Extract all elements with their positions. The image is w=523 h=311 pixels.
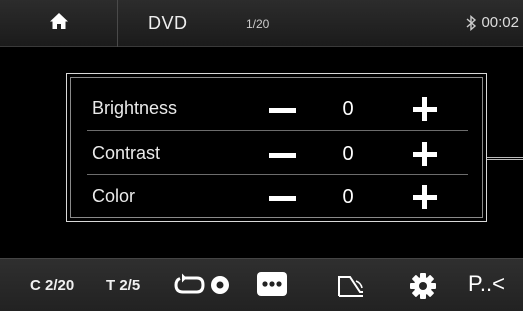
color-label: Color [92, 186, 136, 206]
gear-icon [408, 271, 438, 301]
clock: 00:02 [481, 14, 519, 31]
minus-icon [268, 195, 296, 201]
color-row: Color 0 [71, 174, 482, 217]
contrast-label: Contrast [92, 143, 161, 163]
video-settings-panel: Brightness 0 Contrast 0 Color 0 [66, 73, 487, 222]
color-increase-button[interactable] [408, 180, 442, 214]
brightness-decrease-button[interactable] [265, 100, 299, 120]
brightness-label: Brightness [92, 98, 178, 118]
track-count: 1/20 [246, 17, 270, 31]
brightness-row: Brightness 0 [71, 86, 482, 129]
rotate-icon [336, 271, 366, 299]
home-button[interactable] [0, 0, 118, 47]
contrast-row: Contrast 0 [71, 131, 482, 174]
color-value: 0 [342, 186, 354, 208]
rotate-button[interactable] [336, 271, 366, 301]
color-decrease-button[interactable] [265, 188, 299, 208]
chapter-indicator: C 2/20 [30, 277, 75, 294]
brightness-increase-button[interactable] [408, 92, 442, 126]
more-button[interactable]: P..< [468, 271, 505, 297]
title-indicator: T 2/5 [106, 277, 141, 294]
contrast-decrease-button[interactable] [265, 145, 299, 165]
menu-dots-icon [257, 272, 287, 296]
repeat-icon [172, 272, 234, 298]
video-settings-inner: Brightness 0 Contrast 0 Color 0 [70, 77, 483, 218]
top-bar: DVD 1/20 00:02 [0, 0, 523, 47]
source-label: DVD [148, 13, 188, 33]
menu-button[interactable] [257, 272, 287, 302]
settings-button[interactable] [408, 271, 438, 301]
bottom-bar: C 2/20 T 2/5 P..< [0, 258, 523, 311]
repeat-button[interactable] [172, 272, 234, 302]
home-icon [49, 12, 69, 35]
minus-icon [268, 107, 296, 113]
brightness-value: 0 [342, 98, 354, 120]
contrast-value: 0 [342, 143, 354, 165]
side-line-decoration [487, 157, 523, 160]
contrast-increase-button[interactable] [408, 137, 442, 171]
status-area: 00:02 [466, 14, 519, 31]
bluetooth-icon [466, 14, 477, 31]
minus-icon [268, 152, 296, 158]
